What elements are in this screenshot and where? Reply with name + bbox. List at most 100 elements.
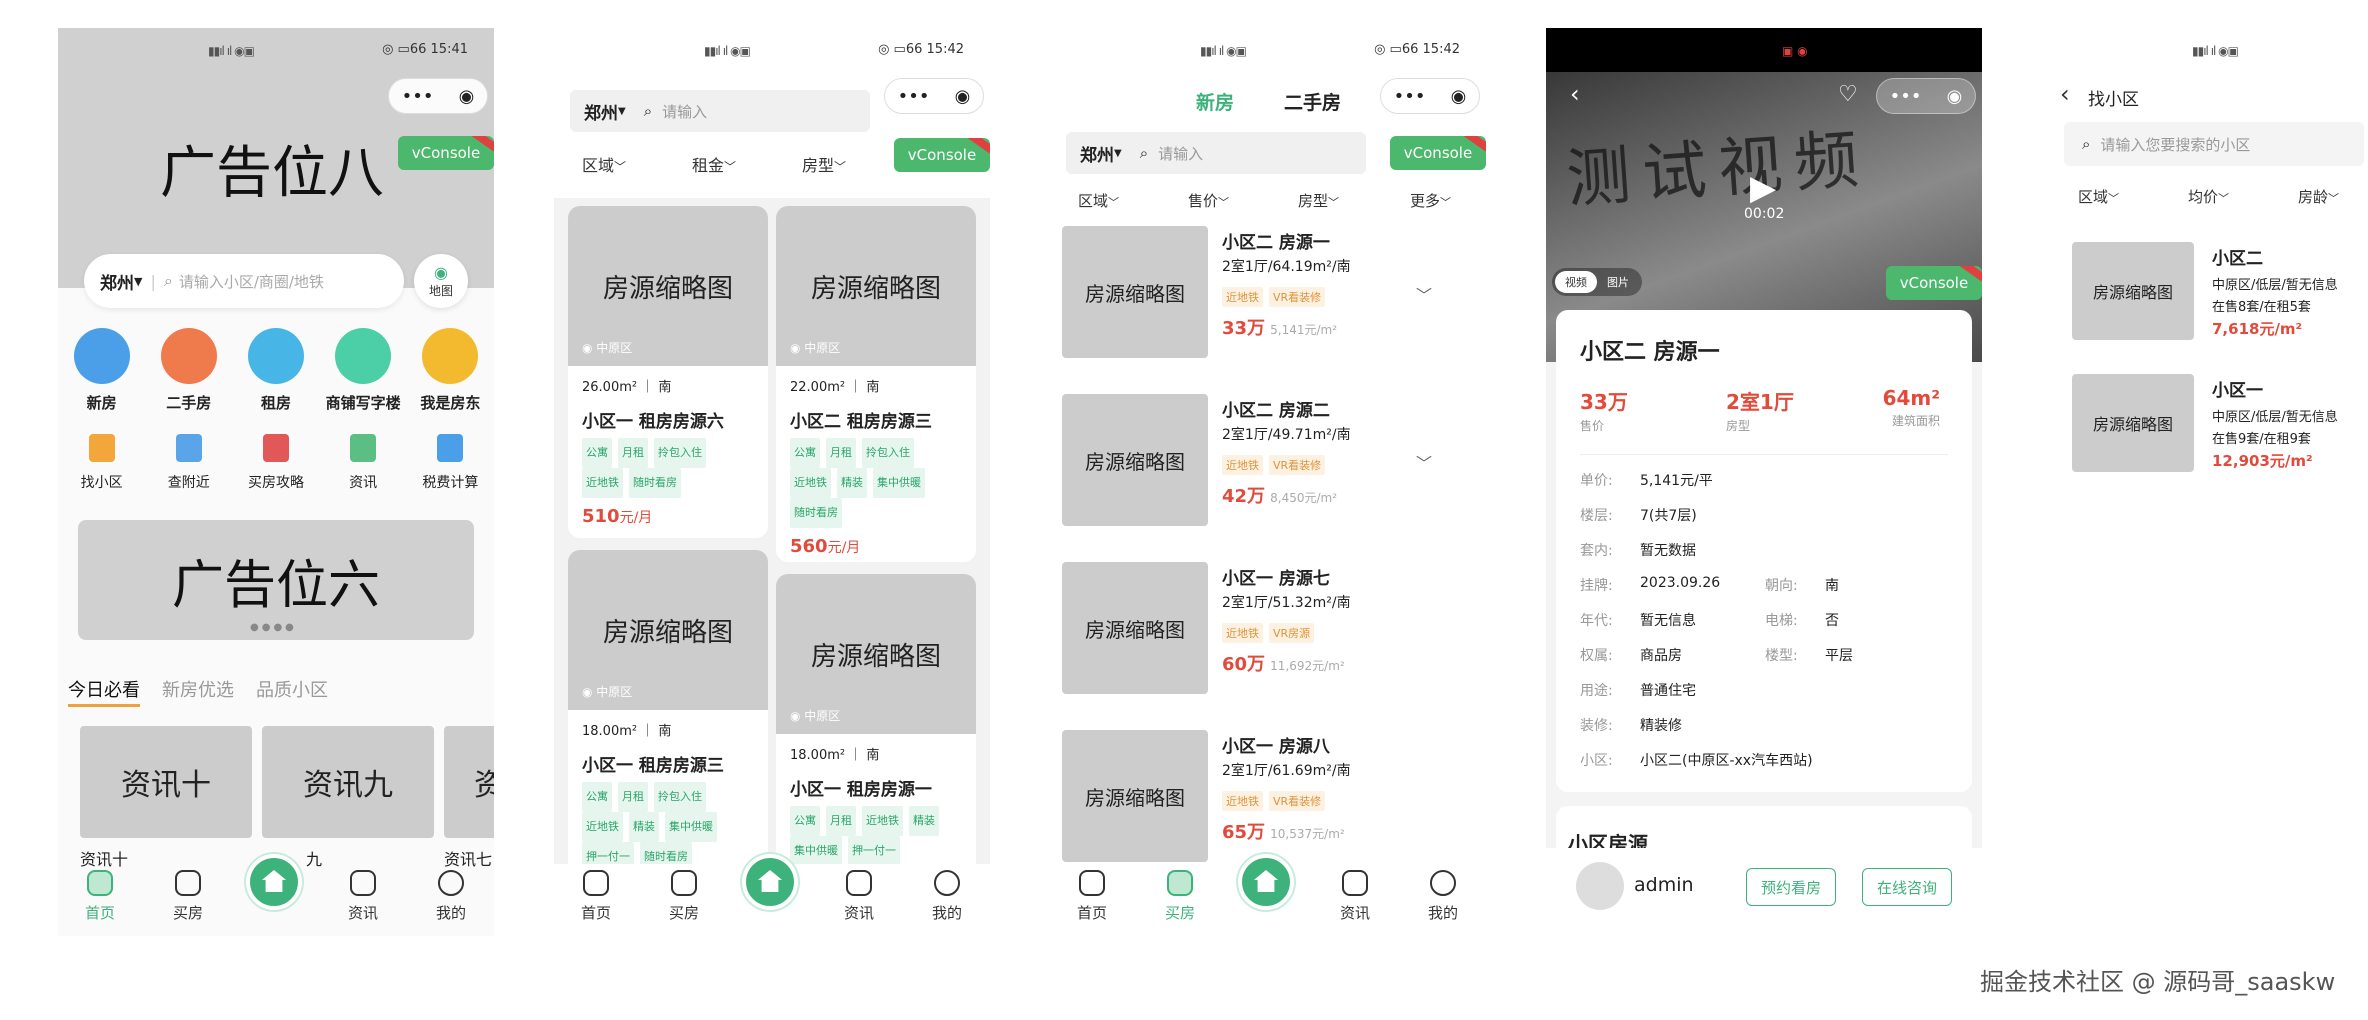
- more-icon[interactable]: •••: [1890, 86, 1922, 107]
- filter-area[interactable]: 区域﹀: [1078, 190, 1119, 211]
- attr-value: 5,141元/平: [1640, 473, 1713, 489]
- filter-type[interactable]: 房型﹀: [1298, 190, 1339, 211]
- close-target-icon[interactable]: ◉: [459, 86, 475, 107]
- vconsole-button[interactable]: vConsole: [894, 138, 990, 172]
- home-icon: [1079, 870, 1105, 896]
- tab-second-hand[interactable]: 二手房: [1284, 88, 1341, 115]
- chevron-down-icon[interactable]: ﹀: [1416, 282, 1432, 306]
- caret-down-icon: ▼: [134, 274, 143, 288]
- close-target-icon[interactable]: ◉: [1947, 86, 1963, 107]
- nav-home[interactable]: 首页: [561, 870, 631, 923]
- icon-tax[interactable]: 税费计算: [410, 434, 490, 492]
- house-item[interactable]: 房源缩略图 小区二 房源一 2室1厅/64.19m²/南 近地铁 VR看装修 33…: [1062, 226, 1472, 372]
- search-bar[interactable]: ⌕ 请输入您要搜索的小区: [2064, 122, 2364, 166]
- tab-today[interactable]: 今日必看: [68, 676, 140, 707]
- city-selector[interactable]: 郑州: [584, 99, 618, 124]
- icon-office[interactable]: 商铺写字楼: [323, 328, 403, 413]
- media-tab-image[interactable]: 图片: [1597, 271, 1639, 293]
- filter-label: 房型: [1298, 192, 1329, 210]
- vconsole-button[interactable]: vConsole: [398, 136, 494, 170]
- more-icon[interactable]: •••: [402, 86, 434, 107]
- icon-guide[interactable]: 买房攻略: [236, 434, 316, 492]
- close-target-icon[interactable]: ◉: [955, 86, 971, 107]
- nav-home[interactable]: 首页: [65, 870, 135, 923]
- icon-label: 租房: [260, 394, 291, 412]
- close-target-icon[interactable]: ◉: [1451, 86, 1467, 107]
- tag: VR房源: [1269, 623, 1315, 643]
- back-icon[interactable]: ‹: [1570, 80, 1580, 108]
- nav-mine[interactable]: 我的: [1408, 870, 1478, 923]
- mini-program-capsule[interactable]: ••• ◉: [388, 78, 488, 114]
- more-icon[interactable]: •••: [1394, 86, 1426, 107]
- attr-row: 装修: 精装修: [1580, 715, 1948, 750]
- vconsole-button[interactable]: vConsole: [1886, 266, 1982, 300]
- nav-mine[interactable]: 我的: [416, 870, 486, 923]
- heart-icon[interactable]: ♡: [1838, 82, 1858, 107]
- mini-program-capsule[interactable]: ••• ◉: [1380, 78, 1480, 114]
- tag: 近地铁: [862, 806, 903, 836]
- nav-home[interactable]: 首页: [1057, 870, 1127, 923]
- media-tab-video[interactable]: 视频: [1555, 271, 1597, 293]
- filter-more[interactable]: 更多﹀: [1410, 190, 1451, 211]
- more-icon[interactable]: •••: [898, 86, 930, 107]
- house-item[interactable]: 房源缩略图 小区一 房源七 2室1厅/51.32m²/南 近地铁 VR房源 60万…: [1062, 562, 1472, 708]
- nav-buy[interactable]: 买房: [1145, 870, 1215, 923]
- map-button[interactable]: ◉ 地图: [414, 254, 468, 308]
- district-text: 中原区: [596, 341, 633, 355]
- icon-find-community[interactable]: 找小区: [62, 434, 142, 492]
- center-home-button[interactable]: [246, 854, 302, 910]
- nav-news[interactable]: 资讯: [328, 870, 398, 923]
- back-icon[interactable]: ‹: [2060, 80, 2070, 108]
- icon-news[interactable]: 资讯: [323, 434, 403, 492]
- tab-quality-community[interactable]: 品质小区: [256, 676, 328, 707]
- filter-area[interactable]: 区域﹀: [582, 152, 626, 176]
- news-thumb-3[interactable]: 资: [444, 726, 494, 838]
- vconsole-button[interactable]: vConsole: [1390, 136, 1486, 170]
- icon-label: 税费计算: [422, 475, 479, 491]
- city-selector[interactable]: 郑州: [1080, 141, 1114, 166]
- news-thumb-2[interactable]: 资讯九: [262, 726, 434, 838]
- rent-card[interactable]: 房源缩略图 ◉ 中原区 26.00m² ｜ 南 小区一 租房房源六 公寓 月租 拎包入…: [568, 206, 768, 538]
- consult-button[interactable]: 在线咨询: [1862, 868, 1952, 906]
- tag-list: 近地铁 VR看装修: [1222, 286, 1331, 307]
- filter-age[interactable]: 房龄﹀: [2298, 186, 2339, 207]
- icon-landlord[interactable]: 我是房东: [410, 328, 490, 413]
- community-price: 7,618元/m²: [2212, 320, 2303, 338]
- search-bar[interactable]: 郑州 ▼ ⌕ 请输入: [1066, 132, 1366, 174]
- icon-new-house[interactable]: 新房: [62, 328, 142, 413]
- city-selector[interactable]: 郑州: [100, 269, 134, 294]
- nav-mine[interactable]: 我的: [912, 870, 982, 923]
- search-bar[interactable]: 郑州 ▼ | ⌕ 请输入小区/商圈/地铁: [84, 254, 404, 308]
- icon-rent[interactable]: 租房: [236, 328, 316, 413]
- community-item[interactable]: 房源缩略图 小区一 中原区/低层/暂无信息 在售9套/在租9套 12,903元/…: [2072, 374, 2368, 484]
- filter-rent[interactable]: 租金﹀: [692, 152, 736, 176]
- center-home-button[interactable]: [1238, 854, 1294, 910]
- filter-price[interactable]: 售价﹀: [1188, 190, 1229, 211]
- filter-avg-price[interactable]: 均价﹀: [2188, 186, 2229, 207]
- community-item[interactable]: 房源缩略图 小区二 中原区/低层/暂无信息 在售8套/在租5套 7,618元/m…: [2072, 242, 2368, 352]
- nav-news[interactable]: 资讯: [824, 870, 894, 923]
- chevron-down-icon: ﹀: [1440, 196, 1452, 209]
- play-icon[interactable]: ▶: [1750, 168, 1776, 208]
- house-item[interactable]: 房源缩略图 小区二 房源二 2室1厅/49.71m²/南 近地铁 VR看装修 42…: [1062, 394, 1472, 540]
- battery-level: 66: [905, 42, 923, 57]
- district-badge: ◉ 中原区: [582, 685, 633, 699]
- icon-nearby[interactable]: 查附近: [149, 434, 229, 492]
- icon-second-hand[interactable]: 二手房: [149, 328, 229, 413]
- tab-new-house[interactable]: 新房: [1196, 88, 1234, 115]
- search-bar[interactable]: 郑州 ▼ ⌕ 请输入: [570, 90, 870, 132]
- filter-area[interactable]: 区域﹀: [2078, 186, 2119, 207]
- rent-card[interactable]: 房源缩略图 ◉ 中原区 22.00m² ｜ 南 小区二 租房房源三 公寓 月租 拎包入…: [776, 206, 976, 562]
- nav-buy[interactable]: 买房: [649, 870, 719, 923]
- unit-price: 11,692元/m²: [1270, 659, 1345, 673]
- mini-program-capsule[interactable]: ••• ◉: [884, 78, 984, 114]
- news-thumb-1[interactable]: 资讯十: [80, 726, 252, 838]
- chevron-down-icon[interactable]: ﹀: [1416, 450, 1432, 474]
- filter-type[interactable]: 房型﹀: [802, 152, 846, 176]
- tab-new-house-pick[interactable]: 新房优选: [162, 676, 234, 707]
- book-viewing-button[interactable]: 预约看房: [1746, 868, 1836, 906]
- nav-buy[interactable]: 买房: [153, 870, 223, 923]
- center-home-button[interactable]: [742, 854, 798, 910]
- nav-news[interactable]: 资讯: [1320, 870, 1390, 923]
- mini-program-capsule[interactable]: ••• ◉: [1876, 78, 1976, 114]
